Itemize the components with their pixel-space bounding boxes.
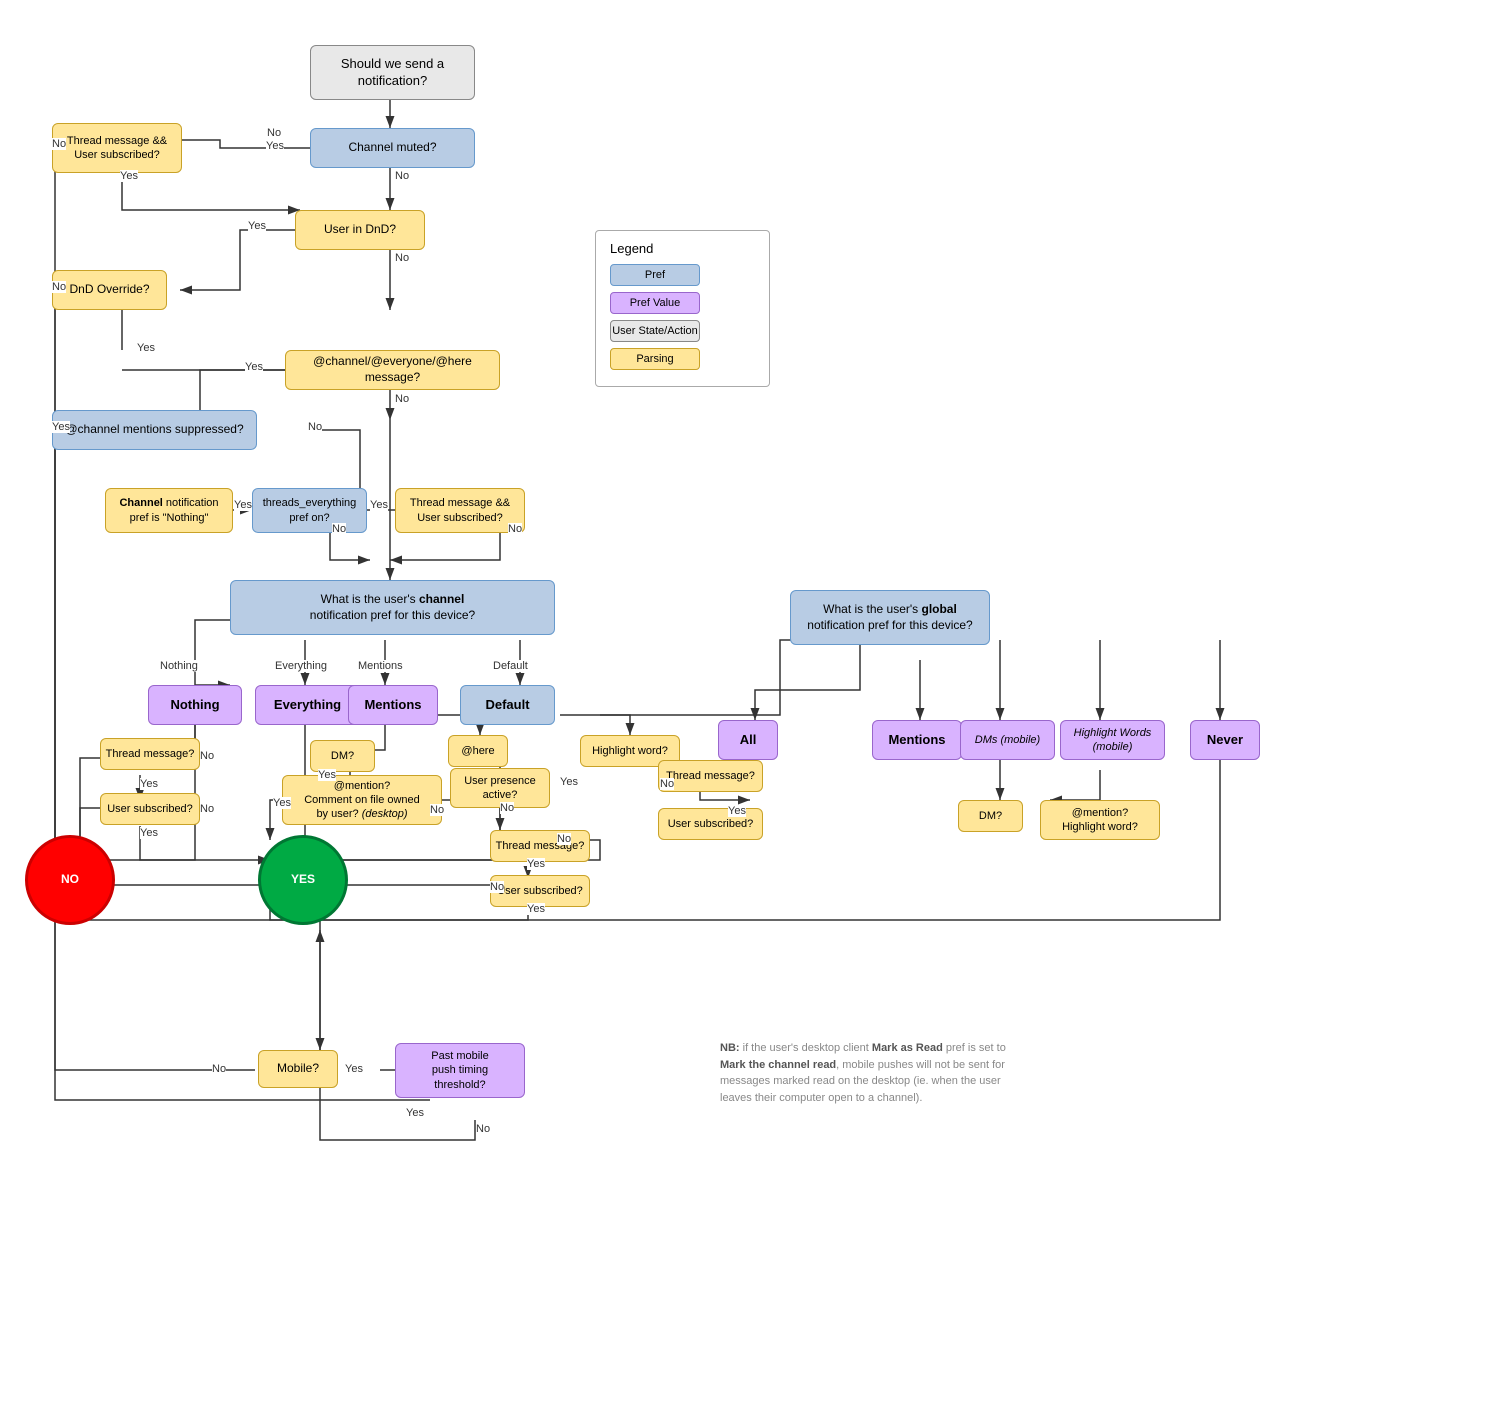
label-yes-mention1: Yes — [273, 797, 291, 809]
label-yes-thread-msg-3: Yes — [527, 858, 545, 870]
user-dnd-node: User in DnD? — [295, 210, 425, 250]
label-no-timing: No — [476, 1123, 490, 1135]
label-no-mobile: No — [212, 1063, 226, 1075]
channel-notif-pref-node: What is the user's channel notification … — [230, 580, 555, 635]
everything-node: Everything — [255, 685, 360, 725]
label-no-user-sub-3: No — [490, 881, 504, 893]
dms-mobile-node: DMs (mobile) — [960, 720, 1055, 760]
label-everything-val: Everything — [275, 660, 327, 672]
dm-1-node: DM? — [310, 740, 375, 772]
label-yes-channel-nothing: Yes — [234, 499, 252, 511]
never-node: Never — [1190, 720, 1260, 760]
legend-item-parsing: Parsing — [610, 348, 755, 370]
label-yes-thread-sub-1: Yes — [120, 170, 138, 182]
label-yes-timing: Yes — [406, 1107, 424, 1119]
start-node: Should we send a notification? — [310, 45, 475, 100]
label-yes-user-sub-3: Yes — [527, 903, 545, 915]
label-yes-mentions-suppressed: Yes — [52, 421, 70, 433]
label-no-thread-sub-2: No — [508, 523, 522, 535]
label-yes-dm1: Yes — [318, 769, 336, 781]
mentions-node: Mentions — [348, 685, 438, 725]
legend-item-pref-value: Pref Value — [610, 292, 755, 314]
thread-subscribed-1-node: Thread message && User subscribed? — [52, 123, 182, 173]
label-yes-channel-muted: Yes — [266, 140, 284, 152]
mentions2-node: Mentions — [872, 720, 962, 760]
channel-muted-node: Channel muted? — [310, 128, 475, 168]
label-no-user-sub-1: No — [200, 803, 214, 815]
at-mention-1-node: @mention? Comment on file owned by user?… — [282, 775, 442, 825]
label-no-thread-msg-2: No — [660, 778, 674, 790]
thread-msg-1-node: Thread message? — [100, 738, 200, 770]
label-no-presence: No — [500, 802, 514, 814]
legend-box: Legend Pref Pref Value User State/Action… — [595, 230, 770, 387]
at-channel-node: @channel/@everyone/@here message? — [285, 350, 500, 390]
threads-everything-node: threads_everything pref on? — [252, 488, 367, 533]
label-yes-thread-msg-2: Yes — [728, 805, 746, 817]
label-yes-thread-msg-1: Yes — [140, 778, 158, 790]
past-timing-node: Past mobile push timing threshold? — [395, 1043, 525, 1098]
label-no-threads-everything: No — [332, 523, 346, 535]
global-pref-node: What is the user's global notification p… — [790, 590, 990, 645]
label-yes-user-sub-1: Yes — [140, 827, 158, 839]
label-yes-mobile: Yes — [345, 1063, 363, 1075]
nothing-node: Nothing — [148, 685, 242, 725]
label-no-thread-msg-3: No — [557, 833, 571, 845]
label-yes-dnd-override: Yes — [137, 342, 155, 354]
label-mentions-val: Mentions — [358, 660, 403, 672]
label-no-mentions-suppressed: No — [308, 421, 322, 433]
label-yes-presence: Yes — [560, 776, 578, 788]
no-label: NO — [61, 872, 79, 888]
label-yes-at-channel: Yes — [245, 361, 263, 373]
label-yes-dnd: Yes — [248, 220, 266, 232]
legend-item-user-state: User State/Action — [610, 320, 755, 342]
dnd-override-node: DnD Override? — [52, 270, 167, 310]
start-label: Should we send a notification? — [341, 56, 444, 90]
no-circle: NO — [25, 835, 115, 925]
label-no-channel-muted-down: No — [395, 170, 409, 182]
highlight-words-mobile-node: Highlight Words (mobile) — [1060, 720, 1165, 760]
label-no-thread-msg-1: No — [200, 750, 214, 762]
label-no-dnd-down: No — [395, 252, 409, 264]
label-no-dnd-override: No — [52, 281, 66, 293]
all-node: All — [718, 720, 778, 760]
diagram-container: Should we send a notification? Channel m… — [0, 0, 1491, 1421]
at-mention-2-node: @mention? Highlight word? — [1040, 800, 1160, 840]
mobile-node: Mobile? — [258, 1050, 338, 1088]
note-text: NB: if the user's desktop client Mark as… — [720, 1040, 1010, 1106]
label-default-val: Default — [493, 660, 528, 672]
yes-circle: YES — [258, 835, 348, 925]
label-yes-threads-everything: Yes — [370, 499, 388, 511]
label-no-mention1: No — [430, 804, 444, 816]
default-node: Default — [460, 685, 555, 725]
yes-label: YES — [291, 872, 315, 888]
user-subscribed-1-node: User subscribed? — [100, 793, 200, 825]
label-no-channel-muted: No — [267, 127, 281, 139]
at-here-node: @here — [448, 735, 508, 767]
label-no-thread-sub-1: No — [52, 138, 66, 150]
channel-muted-label: Channel muted? — [348, 140, 436, 156]
legend-item-pref: Pref — [610, 264, 755, 286]
label-nothing-val: Nothing — [160, 660, 198, 672]
user-subscribed-2-node: User subscribed? — [658, 808, 763, 840]
legend-title: Legend — [610, 241, 755, 256]
dm-2-node: DM? — [958, 800, 1023, 832]
channel-mentions-suppressed-node: @channel mentions suppressed? — [52, 410, 257, 450]
label-no-at-channel: No — [395, 393, 409, 405]
channel-pref-nothing-node: Channel notification pref is "Nothing" — [105, 488, 233, 533]
thread-subscribed-2-node: Thread message && User subscribed? — [395, 488, 525, 533]
